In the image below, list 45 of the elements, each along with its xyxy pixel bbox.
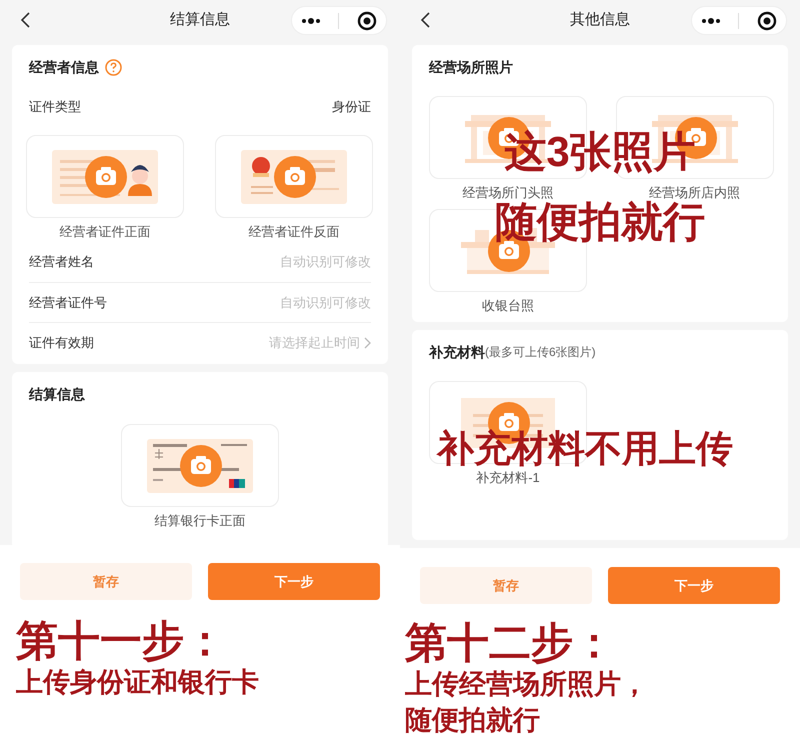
section-title: 结算信息	[29, 384, 85, 404]
camera-icon	[85, 156, 127, 198]
section-title: 补充材料	[429, 342, 485, 362]
field-label: 经营者姓名	[29, 253, 94, 272]
page-title: 结算信息	[170, 10, 230, 30]
target-icon[interactable]	[757, 10, 778, 30]
upload-tile[interactable]	[26, 135, 184, 218]
camera-icon	[180, 445, 222, 487]
camera-icon	[274, 156, 316, 198]
step-heading: 第十二步：	[405, 620, 616, 666]
upload-label: 经营者证件反面	[248, 223, 340, 241]
step-caption: 上传经营场所照片，	[405, 668, 649, 701]
save-draft-button[interactable]: 暂存	[20, 563, 192, 600]
overlay-note: 这3张照片	[504, 128, 696, 176]
back-icon[interactable]	[420, 12, 430, 28]
more-icon[interactable]	[300, 18, 321, 24]
field-value: 身份证	[332, 98, 371, 116]
page-title: 其他信息	[570, 10, 630, 30]
field-label: 证件有效期	[29, 334, 94, 352]
save-draft-button[interactable]: 暂存	[420, 567, 592, 604]
section-note: (最多可上传6张图片)	[485, 344, 596, 361]
target-icon[interactable]	[357, 10, 378, 30]
next-button[interactable]: 下一步	[608, 567, 780, 604]
section-title: 经营者信息	[29, 58, 99, 76]
upload-label: 经营场所店内照	[649, 184, 740, 200]
overlay-note: 补充材料不用上传	[437, 427, 733, 471]
chevron-icon	[364, 336, 371, 348]
field-label: 证件类型	[29, 98, 81, 116]
upload-tile[interactable]	[215, 135, 373, 218]
step-caption: 随便拍就行	[405, 704, 541, 737]
upload-label: 补充材料-1	[476, 469, 540, 487]
upload-label: 收银台照	[482, 297, 534, 315]
more-icon[interactable]	[700, 18, 721, 24]
date-picker[interactable]: 请选择起止时间	[269, 332, 371, 352]
upload-tile[interactable]	[121, 424, 279, 507]
step-caption: 上传身份证和银行卡	[16, 666, 260, 699]
field-label: 经营者证件号	[29, 294, 107, 312]
input-field[interactable]: 自动识别可修改	[211, 292, 371, 312]
upload-label: 结算银行卡正面	[154, 512, 246, 530]
section-title: 经营场所照片	[429, 58, 513, 77]
step-heading: 第十一步：	[16, 618, 227, 664]
upload-label: 经营者证件正面	[60, 223, 150, 241]
input-field[interactable]: 自动识别可修改	[211, 252, 371, 272]
next-button[interactable]: 下一步	[208, 563, 380, 600]
back-icon[interactable]	[20, 12, 30, 28]
